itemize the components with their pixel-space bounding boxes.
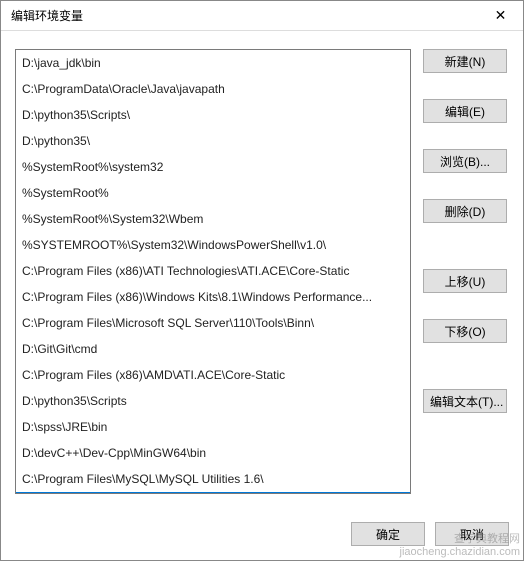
path-entry[interactable]: C:\Program Files\MySQL\MySQL Utilities 1… <box>16 466 410 492</box>
path-entry[interactable]: C:\Program Files (x86)\AMD\ATI.ACE\Core-… <box>16 362 410 388</box>
path-entry[interactable]: D:\devC++\Dev-Cpp\MinGW64\bin <box>16 440 410 466</box>
path-entry[interactable]: D:\python35\Scripts\ <box>16 102 410 128</box>
env-var-dialog: 编辑环境变量 ✕ D:\java_jdk\binC:\ProgramData\O… <box>0 0 524 561</box>
dialog-content: D:\java_jdk\binC:\ProgramData\Oracle\Jav… <box>1 31 523 512</box>
path-entry[interactable]: D:\python35\ <box>16 128 410 154</box>
path-entry[interactable]: C:\Program Files\MySQL\MySQL Server 5.7\… <box>16 492 410 494</box>
path-entry[interactable]: %SystemRoot%\System32\Wbem <box>16 206 410 232</box>
ok-button[interactable]: 确定 <box>351 522 425 546</box>
close-button[interactable]: ✕ <box>478 1 523 31</box>
edit-button[interactable]: 编辑(E) <box>423 99 507 123</box>
path-listbox[interactable]: D:\java_jdk\binC:\ProgramData\Oracle\Jav… <box>15 49 411 494</box>
move-up-button[interactable]: 上移(U) <box>423 269 507 293</box>
move-down-button[interactable]: 下移(O) <box>423 319 507 343</box>
path-entry[interactable]: C:\ProgramData\Oracle\Java\javapath <box>16 76 410 102</box>
browse-button[interactable]: 浏览(B)... <box>423 149 507 173</box>
path-entry[interactable]: D:\python35\Scripts <box>16 388 410 414</box>
path-entry[interactable]: C:\Program Files (x86)\Windows Kits\8.1\… <box>16 284 410 310</box>
path-entry[interactable]: D:\Git\Git\cmd <box>16 336 410 362</box>
new-button[interactable]: 新建(N) <box>423 49 507 73</box>
path-entry[interactable]: C:\Program Files (x86)\ATI Technologies\… <box>16 258 410 284</box>
close-icon: ✕ <box>495 7 507 24</box>
path-entry[interactable]: %SystemRoot% <box>16 180 410 206</box>
dialog-title: 编辑环境变量 <box>11 7 83 24</box>
edit-text-button[interactable]: 编辑文本(T)... <box>423 389 507 413</box>
path-entry[interactable]: %SYSTEMROOT%\System32\WindowsPowerShell\… <box>16 232 410 258</box>
delete-button[interactable]: 删除(D) <box>423 199 507 223</box>
path-entry[interactable]: C:\Program Files\Microsoft SQL Server\11… <box>16 310 410 336</box>
button-column: 新建(N) 编辑(E) 浏览(B)... 删除(D) 上移(U) 下移(O) 编… <box>423 49 507 502</box>
cancel-button[interactable]: 取消 <box>435 522 509 546</box>
path-entry[interactable]: D:\java_jdk\bin <box>16 50 410 76</box>
titlebar: 编辑环境变量 ✕ <box>1 1 523 31</box>
dialog-footer: 确定 取消 <box>1 512 523 560</box>
path-entry[interactable]: D:\spss\JRE\bin <box>16 414 410 440</box>
path-entry[interactable]: %SystemRoot%\system32 <box>16 154 410 180</box>
